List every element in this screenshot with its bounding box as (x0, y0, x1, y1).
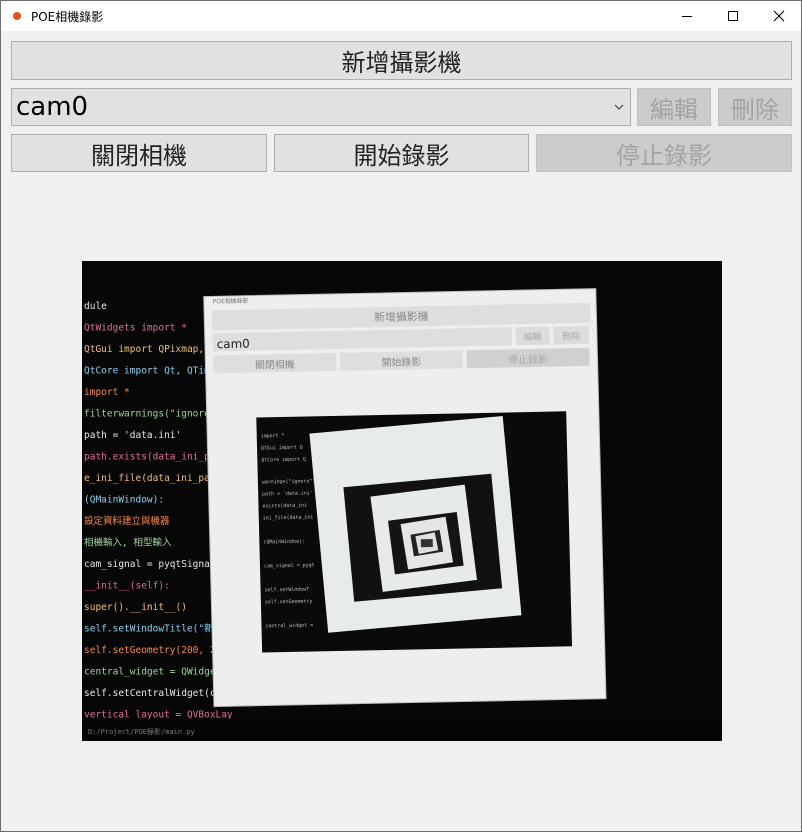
svg-text:ini_file(data_ini: ini_file(data_ini (263, 514, 314, 521)
minimize-button[interactable] (664, 1, 710, 31)
delete-button[interactable]: 刪除 (718, 88, 792, 126)
window-title: POE相機錄影 (31, 10, 104, 24)
code-line: self.setCentralWidget(cent (84, 688, 233, 699)
close-icon (773, 10, 785, 22)
inner-stop-label: 停止錄影 (508, 353, 548, 367)
inner-close-label: 關閉相機 (255, 358, 295, 372)
inner-edit-label: 編輯 (524, 331, 542, 343)
start-record-button[interactable]: 開始錄影 (274, 134, 529, 172)
inner-title: POE相機錄影 (213, 297, 249, 306)
app-icon (13, 12, 21, 20)
code-line: vertical_layout = QVBoxLay (84, 710, 233, 721)
code-line: QtWidgets import * (84, 323, 187, 334)
inner-camera-value: cam0 (217, 337, 250, 352)
svg-text:warnings("ignore"): warnings("ignore") (262, 478, 316, 485)
code-line: dule (84, 301, 107, 312)
code-line: path = 'data.ini' (84, 430, 181, 441)
app-window: POE相機錄影 新增攝影機 cam0 編輯 刪除 關閉相機 開始錄影 停止錄影 … (0, 0, 802, 832)
svg-text:path = 'data.ini': path = 'data.ini' (262, 490, 313, 497)
camera-select[interactable]: cam0 (11, 88, 631, 126)
code-line: QtGui import QPixmap, Q (84, 344, 216, 355)
maximize-button[interactable] (710, 1, 756, 31)
svg-text:central_widget =: central_widget = (265, 622, 313, 629)
maximize-icon (728, 11, 738, 21)
code-line: e_ini_file(data_ini_path) (84, 473, 227, 484)
camera-preview: dule QtWidgets import * QtGui import QPixm… (82, 261, 722, 741)
svg-text:cam_signal = pyqt: cam_signal = pyqt (264, 562, 315, 569)
minimize-icon (682, 16, 692, 17)
code-line: super().__init__() (84, 602, 187, 613)
code-line: self.setGeometry(200, 200, (84, 645, 233, 656)
inner-start-label: 開始錄影 (382, 355, 422, 369)
close-camera-button[interactable]: 關閉相機 (11, 134, 267, 172)
inner-add-label: 新增攝影機 (374, 309, 429, 324)
code-line: __init__(self): (84, 581, 170, 592)
close-button[interactable] (756, 1, 802, 31)
monitor-status-line: D:/Project/POE錄影/main.py (88, 727, 195, 736)
code-line: self.setWindowTitle("新增攝 (84, 623, 233, 635)
code-line: (QMainWindow): (84, 495, 164, 506)
svg-text:(QMainWindow):: (QMainWindow): (263, 539, 305, 546)
svg-text:exists(data_ini: exists(data_ini (262, 503, 307, 510)
code-line: QtCore import Qt, QTime (84, 366, 216, 377)
code-line: 設定資料建立與機器 (84, 515, 170, 527)
stop-record-button[interactable]: 停止錄影 (536, 134, 792, 172)
svg-text:self.setGeometry: self.setGeometry (265, 598, 313, 605)
svg-text:QtGui import Q: QtGui import Q (261, 445, 303, 452)
title-bar[interactable]: POE相機錄影 (1, 1, 801, 31)
edit-button[interactable]: 編輯 (637, 88, 711, 126)
code-line: filterwarnings("ignore") (84, 409, 221, 420)
camera-select-value: cam0 (16, 92, 89, 122)
svg-text:import *: import * (261, 433, 285, 440)
code-line: import * (84, 387, 130, 398)
inner-delete-label: 刪除 (562, 330, 580, 342)
svg-text:QtCore import Q: QtCore import Q (261, 457, 306, 464)
chevron-down-icon (614, 104, 624, 110)
code-line: 相機輸入, 相型輸入 (84, 537, 172, 549)
code-line: path.exists(data_ini_pat (84, 452, 221, 463)
code-line: central_widget = QWidget() (84, 667, 233, 678)
add-camera-button[interactable]: 新增攝影機 (11, 41, 792, 80)
svg-text:self.setWindowT: self.setWindowT (264, 587, 309, 594)
camera-frame-image: dule QtWidgets import * QtGui import QPixm… (82, 261, 722, 741)
